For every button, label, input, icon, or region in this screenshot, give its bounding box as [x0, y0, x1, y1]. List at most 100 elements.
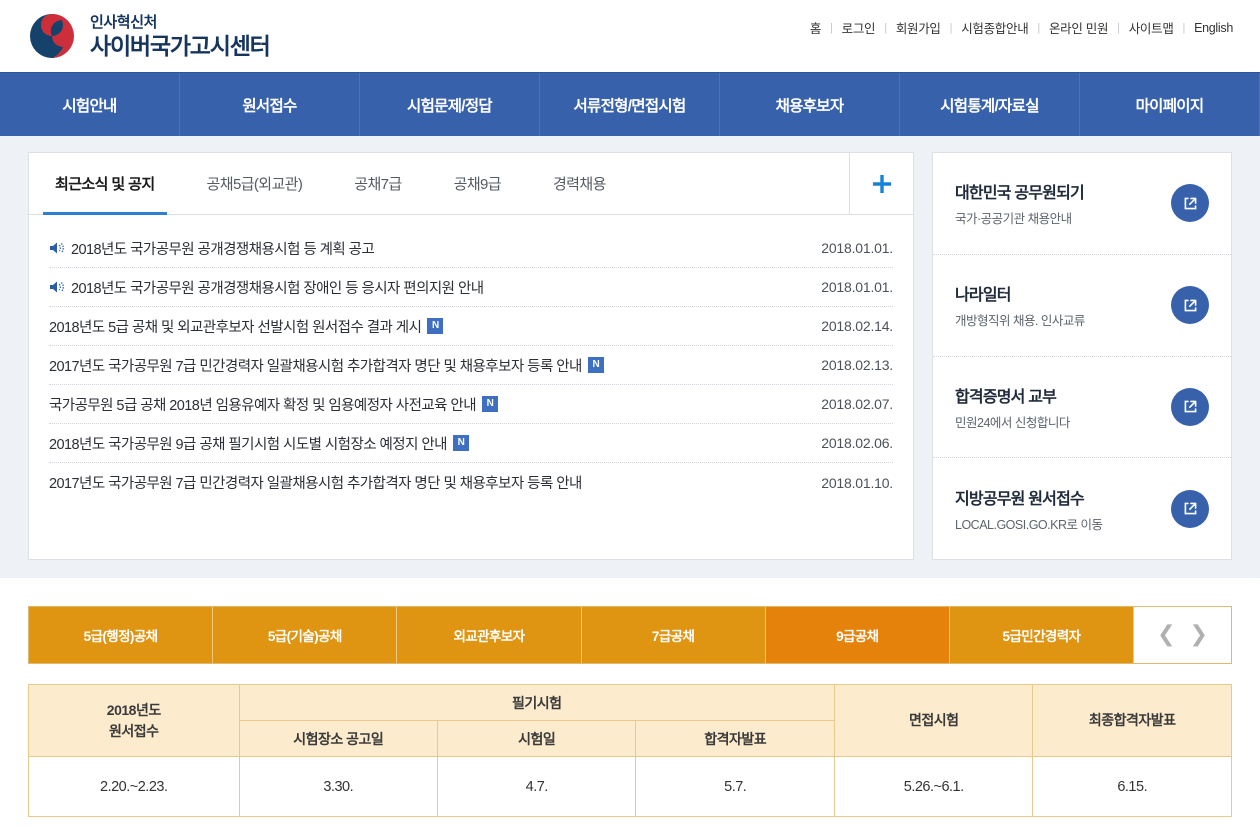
top-content-zone: 최근소식 및 공지 공채5급(외교관) 공채7급 공채9급 경력채용 2018년…	[0, 136, 1260, 578]
news-item-text: 2018년도 5급 공채 및 외교관후보자 선발시험 원서접수 결과 게시	[49, 319, 422, 336]
chevron-left-icon[interactable]: ❮	[1157, 624, 1175, 646]
quick-link-narailteo[interactable]: 나라일터 개방형직위 채용. 인사교류	[933, 255, 1231, 357]
quick-link-title: 대한민국 공무원되기	[955, 185, 1085, 203]
td-application-period: 2.20.~2.23.	[28, 756, 240, 817]
td-exam-date: 4.7.	[436, 756, 637, 817]
nav-item-application[interactable]: 원서접수	[179, 73, 359, 136]
util-link-home[interactable]: 홈	[801, 18, 830, 37]
schedule-tab-level5-tech[interactable]: 5급(기술)공채	[213, 607, 398, 663]
schedule-tab-level5-admin[interactable]: 5급(행정)공채	[29, 607, 214, 663]
td-final-announce: 6.15.	[1032, 756, 1232, 817]
news-item-text: 2017년도 국가공무원 7급 민간경력자 일괄채용시험 추가합격자 명단 및 …	[49, 476, 582, 492]
tab-career-hiring[interactable]: 경력채용	[527, 153, 632, 214]
tab-recent-news[interactable]: 최근소식 및 공지	[29, 153, 181, 215]
news-item-text: 2018년도 국가공무원 공개경쟁채용시험 장애인 등 응시자 편의지원 안내	[71, 280, 484, 297]
news-item-title-wrap: 2018년도 5급 공채 및 외교관후보자 선발시험 원서접수 결과 게시 N	[49, 316, 805, 337]
tab-open-level9[interactable]: 공채9급	[428, 153, 527, 214]
news-item-title-wrap: 국가공무원 5급 공채 2018년 임용유예자 확정 및 임용예정자 사전교육 …	[49, 394, 805, 415]
schedule-tab-level5-private[interactable]: 5급민간경력자	[949, 607, 1135, 663]
news-item-text: 국가공무원 5급 공채 2018년 임용유예자 확정 및 임용예정자 사전교육 …	[49, 397, 477, 414]
util-link-exam-guide[interactable]: 시험종합안내	[952, 18, 1037, 37]
news-list: 2018년도 국가공무원 공개경쟁채용시험 등 계획 공고 2018.01.01…	[29, 215, 913, 559]
td-pass-announce: 5.7.	[635, 756, 835, 817]
quick-link-subtitle: 개방형직위 채용. 인사교류	[955, 314, 1085, 329]
util-link-english[interactable]: English	[1185, 21, 1242, 35]
news-item-date: 2018.01.10.	[821, 474, 893, 491]
schedule-pager: ❮ ❯	[1134, 607, 1232, 663]
korea-government-taegeuk-logo-icon	[30, 14, 74, 58]
quick-link-text: 대한민국 공무원되기 국가·공공기관 채용안내	[955, 179, 1171, 227]
util-link-login[interactable]: 로그인	[833, 18, 885, 37]
external-link-icon	[1184, 502, 1196, 515]
external-link-icon	[1184, 197, 1196, 210]
news-item-date: 2018.01.01.	[821, 240, 893, 256]
site-header: 인사혁신처 사이버국가고시센터 홈 | 로그인 | 회원가입 | 시험종합안내 …	[0, 0, 1260, 72]
quick-link-local-application[interactable]: 지방공무원 원서접수 LOCAL.GOSI.GO.KR로 이동	[933, 458, 1231, 559]
util-link-sitemap[interactable]: 사이트맵	[1120, 18, 1183, 37]
th-written-exam-group: 필기시험	[238, 684, 835, 721]
quick-link-title: 나라일터	[955, 287, 1011, 305]
news-item-title-wrap: 2018년도 국가공무원 9급 공채 필기시험 시도별 시험장소 예정지 안내 …	[49, 433, 805, 454]
list-item[interactable]: 2018년도 국가공무원 공개경쟁채용시험 등 계획 공고 2018.01.01…	[49, 229, 893, 268]
quick-link-text: 나라일터 개방형직위 채용. 인사교류	[955, 281, 1171, 329]
quick-link-become-public-official[interactable]: 대한민국 공무원되기 국가·공공기관 채용안내	[933, 153, 1231, 255]
quick-link-button[interactable]	[1171, 387, 1209, 426]
list-item[interactable]: 2018년도 국가공무원 9급 공채 필기시험 시도별 시험장소 예정지 안내 …	[49, 424, 893, 463]
quick-link-pass-certificate[interactable]: 합격증명서 교부 민원24에서 신청합니다	[933, 357, 1231, 459]
table-header-row-1: 2018년도 원서접수 필기시험 면접시험 최종합격자발표	[28, 684, 1232, 757]
nav-item-candidates[interactable]: 채용후보자	[719, 73, 899, 136]
quick-link-subtitle: LOCAL.GOSI.GO.KR로 이동	[955, 517, 1103, 532]
news-panel: 최근소식 및 공지 공채5급(외교관) 공채7급 공채9급 경력채용 2018년…	[28, 152, 914, 560]
list-item[interactable]: 2017년도 국가공무원 7급 민간경력자 일괄채용시험 추가합격자 명단 및 …	[49, 463, 893, 502]
news-item-title-wrap: 2017년도 국가공무원 7급 민간경력자 일괄채용시험 추가합격자 명단 및 …	[49, 355, 805, 376]
th-interview: 면접시험	[833, 684, 1034, 757]
list-item[interactable]: 국가공무원 5급 공채 2018년 임용유예자 확정 및 임용예정자 사전교육 …	[49, 385, 893, 424]
schedule-tab-bar: 5급(행정)공채 5급(기술)공채 외교관후보자 7급공채 9급공채 5급민간경…	[28, 606, 1232, 664]
news-item-date: 2018.01.01.	[821, 279, 893, 295]
news-item-title-wrap: 2017년도 국가공무원 7급 민간경력자 일괄채용시험 추가합격자 명단 및 …	[49, 472, 805, 493]
site-brand[interactable]: 인사혁신처 사이버국가고시센터	[26, 11, 271, 61]
speaker-icon	[50, 281, 64, 293]
site-name: 사이버국가고시센터	[90, 32, 271, 59]
schedule-tab-level9[interactable]: 9급공채	[765, 607, 950, 663]
main-navigation: 시험안내 원서접수 시험문제/정답 서류전형/면접시험 채용후보자 시험통계/자…	[0, 72, 1260, 136]
quick-link-button[interactable]	[1171, 489, 1209, 528]
util-link-online-civil-service[interactable]: 온라인 민원	[1040, 18, 1117, 37]
schedule-tab-level7[interactable]: 7급공채	[581, 607, 766, 663]
quick-link-button[interactable]	[1171, 286, 1209, 325]
new-badge: N	[587, 357, 604, 373]
brand-text-block: 인사혁신처 사이버국가고시센터	[90, 13, 271, 59]
nav-item-document-interview[interactable]: 서류전형/면접시험	[539, 73, 719, 136]
news-item-title-wrap: 2018년도 국가공무원 공개경쟁채용시험 장애인 등 응시자 편의지원 안내	[49, 277, 805, 298]
schedule-tab-diplomat[interactable]: 외교관후보자	[397, 607, 582, 663]
quick-link-text: 합격증명서 교부 민원24에서 신청합니다	[955, 383, 1171, 431]
list-item[interactable]: 2018년도 5급 공채 및 외교관후보자 선발시험 원서접수 결과 게시 N …	[49, 307, 893, 346]
external-link-icon	[1184, 299, 1196, 312]
quick-link-subtitle: 국가·공공기관 채용안내	[955, 212, 1072, 227]
new-badge: N	[482, 396, 498, 412]
util-link-signup[interactable]: 회원가입	[887, 18, 950, 37]
news-item-text: 2017년도 국가공무원 7급 민간경력자 일괄채용시험 추가합격자 명단 및 …	[49, 358, 582, 375]
news-add-button[interactable]	[849, 153, 913, 214]
nav-item-exam-info[interactable]: 시험안내	[0, 73, 179, 136]
tab-open-level5[interactable]: 공채5급(외교관)	[181, 153, 329, 214]
schedule-zone: 5급(행정)공채 5급(기술)공채 외교관후보자 7급공채 9급공채 5급민간경…	[0, 578, 1260, 817]
exam-schedule-table: 2018년도 원서접수 필기시험 면접시험 최종합격자발표 시험장소 공고일 시…	[28, 684, 1232, 817]
external-link-icon	[1184, 400, 1196, 413]
chevron-right-icon[interactable]: ❯	[1190, 624, 1208, 646]
news-item-title-wrap: 2018년도 국가공무원 공개경쟁채용시험 등 계획 공고	[49, 238, 805, 259]
list-item[interactable]: 2018년도 국가공무원 공개경쟁채용시험 장애인 등 응시자 편의지원 안내 …	[49, 268, 893, 307]
nav-item-mypage[interactable]: 마이페이지	[1079, 73, 1260, 136]
new-badge: N	[427, 318, 444, 334]
table-row: 2.20.~2.23. 3.30. 4.7. 5.7. 5.26.~6.1. 6…	[28, 756, 1232, 817]
news-item-date: 2018.02.06.	[821, 435, 893, 451]
tab-open-level7[interactable]: 공채7급	[328, 153, 427, 214]
list-item[interactable]: 2017년도 국가공무원 7급 민간경력자 일괄채용시험 추가합격자 명단 및 …	[49, 346, 893, 385]
news-tab-bar: 최근소식 및 공지 공채5급(외교관) 공채7급 공채9급 경력채용	[29, 153, 913, 215]
speaker-icon	[50, 242, 64, 254]
quick-link-button[interactable]	[1171, 184, 1209, 223]
agency-name: 인사혁신처	[90, 14, 158, 32]
td-venue-notice: 3.30.	[238, 756, 439, 817]
nav-item-exam-questions[interactable]: 시험문제/정답	[359, 73, 539, 136]
nav-item-statistics[interactable]: 시험통계/자료실	[899, 73, 1079, 136]
